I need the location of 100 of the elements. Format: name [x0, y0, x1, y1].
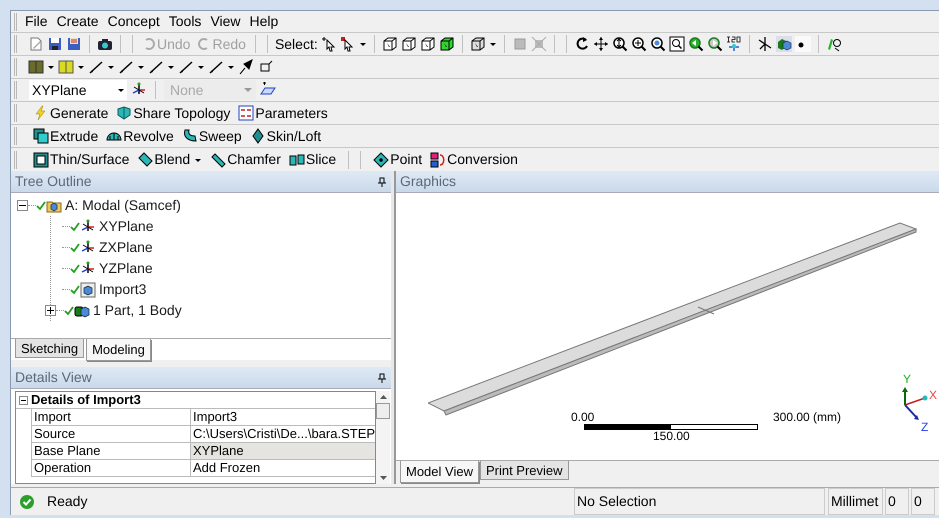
menu-item[interactable]: Create [56, 11, 99, 32]
menu-item[interactable]: View [210, 11, 241, 32]
zoom-in-icon[interactable] [630, 36, 647, 52]
previous-view-icon[interactable] [688, 36, 704, 52]
property-value[interactable]: XYPlane [191, 443, 376, 459]
iso-view-icon[interactable] [726, 36, 742, 52]
sweep-icon[interactable] [182, 128, 198, 144]
toolbar-button[interactable]: Extrude [33, 126, 98, 146]
select-point-icon[interactable] [320, 36, 337, 52]
menu-item[interactable]: Tools [168, 11, 202, 32]
check-icon [64, 306, 74, 316]
line-select-2-icon[interactable] [148, 59, 164, 75]
parameters-icon[interactable] [238, 105, 254, 121]
extrude-icon[interactable] [33, 128, 49, 144]
cube-icon[interactable] [470, 36, 486, 52]
tree-item[interactable]: YZPlane [99, 258, 153, 279]
panel-tab[interactable]: Model View [400, 461, 479, 483]
zoom-icon[interactable] [612, 36, 628, 52]
panel-title: Graphics [400, 172, 456, 191]
loft-icon[interactable] [250, 128, 266, 144]
panel-tab[interactable]: Sketching [15, 339, 84, 358]
zoom-fit-icon[interactable] [650, 36, 666, 52]
panel-tab[interactable]: Print Preview [480, 461, 569, 480]
tree-item[interactable]: ZXPlane [99, 237, 153, 258]
section-title: Details of Import3 [31, 391, 141, 410]
select-label: Select: [274, 34, 318, 54]
select-vertex-icon[interactable] [382, 36, 398, 52]
plane-dropdown[interactable]: XYPlane [29, 80, 127, 100]
conversion-icon[interactable] [430, 152, 446, 168]
color-panel-icon[interactable] [28, 59, 44, 75]
zoom-box-icon[interactable] [668, 36, 685, 52]
toolbar-button[interactable]: Share Topology [116, 102, 230, 124]
point-icon[interactable] [373, 152, 390, 168]
shared-faces-icon[interactable] [116, 105, 132, 121]
thin-surface-icon[interactable] [33, 152, 49, 168]
highlight-panel-icon[interactable] [58, 59, 74, 75]
toolbar-button[interactable]: Chamfer [210, 149, 281, 170]
scale-label: 150.00 [653, 430, 691, 443]
next-view-icon[interactable] [706, 36, 723, 52]
triad-icon[interactable] [756, 36, 773, 52]
scroll-up-icon[interactable] [380, 395, 387, 399]
toolbar-button[interactable]: Point [373, 149, 422, 170]
toolbar-button[interactable]: Slice [288, 149, 336, 170]
panel-tab[interactable]: Modeling [86, 339, 151, 361]
scrollbar-thumb[interactable] [376, 403, 390, 419]
tree-item[interactable]: Import3 [99, 279, 146, 300]
pin-icon[interactable] [377, 176, 387, 186]
line-select-x-icon[interactable] [208, 59, 224, 75]
axis-label: X [929, 389, 938, 401]
status-message: Ready [47, 492, 88, 511]
toolbar-button[interactable]: Conversion [430, 149, 518, 170]
collapse-toggle[interactable] [19, 396, 28, 404]
select-mode-icon[interactable] [340, 36, 356, 52]
save-icon[interactable] [47, 36, 63, 52]
toolbar-button[interactable]: Sweep [182, 126, 242, 146]
collapse-toggle[interactable] [17, 200, 28, 211]
toolbar-button[interactable]: Revolve [106, 126, 174, 146]
slice-icon[interactable] [288, 152, 305, 168]
success-icon [19, 494, 35, 510]
tree-item[interactable]: A: Modal (Samcef) [65, 195, 181, 216]
toolbar-button[interactable]: Parameters [238, 102, 328, 124]
toolbar-button[interactable]: Generate [33, 102, 108, 124]
line-select-icon[interactable] [88, 59, 104, 75]
shaded-view-icon[interactable] [776, 36, 792, 52]
save-as-icon[interactable] [66, 36, 82, 52]
axis-label: Y [903, 373, 912, 385]
menu-item[interactable]: Help [250, 11, 278, 32]
check-icon [70, 284, 80, 294]
new-document-icon[interactable] [28, 36, 44, 52]
units-status: Millimet [828, 488, 883, 515]
menu-item[interactable]: File [25, 11, 48, 32]
select-face-icon[interactable] [420, 36, 436, 52]
panel-title: Tree Outline [15, 172, 92, 191]
menu-item[interactable]: Concept [108, 11, 160, 32]
tree-item[interactable]: XYPlane [99, 216, 154, 237]
toolbar-button[interactable]: Skin/Loft [250, 126, 322, 146]
import-cube-icon [80, 282, 96, 298]
scale-label: 0.00 [571, 411, 594, 424]
select-body-icon[interactable] [438, 36, 455, 52]
blend-icon[interactable] [137, 152, 154, 168]
caret-icon [244, 86, 252, 94]
scale-label: 300.00 (mm) [772, 411, 841, 424]
plus-icon [47, 307, 54, 314]
toolbar-button[interactable]: Thin/Surface [33, 149, 130, 170]
line-select-1-icon[interactable] [118, 59, 134, 75]
look-at-icon[interactable] [826, 36, 842, 52]
toolbar-button[interactable]: Blend [137, 149, 202, 170]
expand-toggle[interactable] [45, 305, 56, 316]
pan-icon[interactable] [592, 36, 609, 52]
scroll-down-icon[interactable] [380, 476, 387, 480]
select-edge-icon[interactable] [400, 36, 417, 52]
rotate-icon[interactable] [574, 36, 590, 52]
camera-icon[interactable] [97, 36, 113, 52]
graphics-viewport[interactable]: 0.00 300.00 (mm) 150.00 Y X Z [396, 193, 939, 460]
scrollbar[interactable] [376, 391, 390, 484]
line-select-3-icon[interactable] [178, 59, 194, 75]
pin-icon[interactable] [377, 372, 387, 382]
tree-item[interactable]: 1 Part, 1 Body [93, 300, 182, 321]
check-icon [36, 200, 46, 210]
chamfer-icon[interactable] [210, 152, 226, 168]
